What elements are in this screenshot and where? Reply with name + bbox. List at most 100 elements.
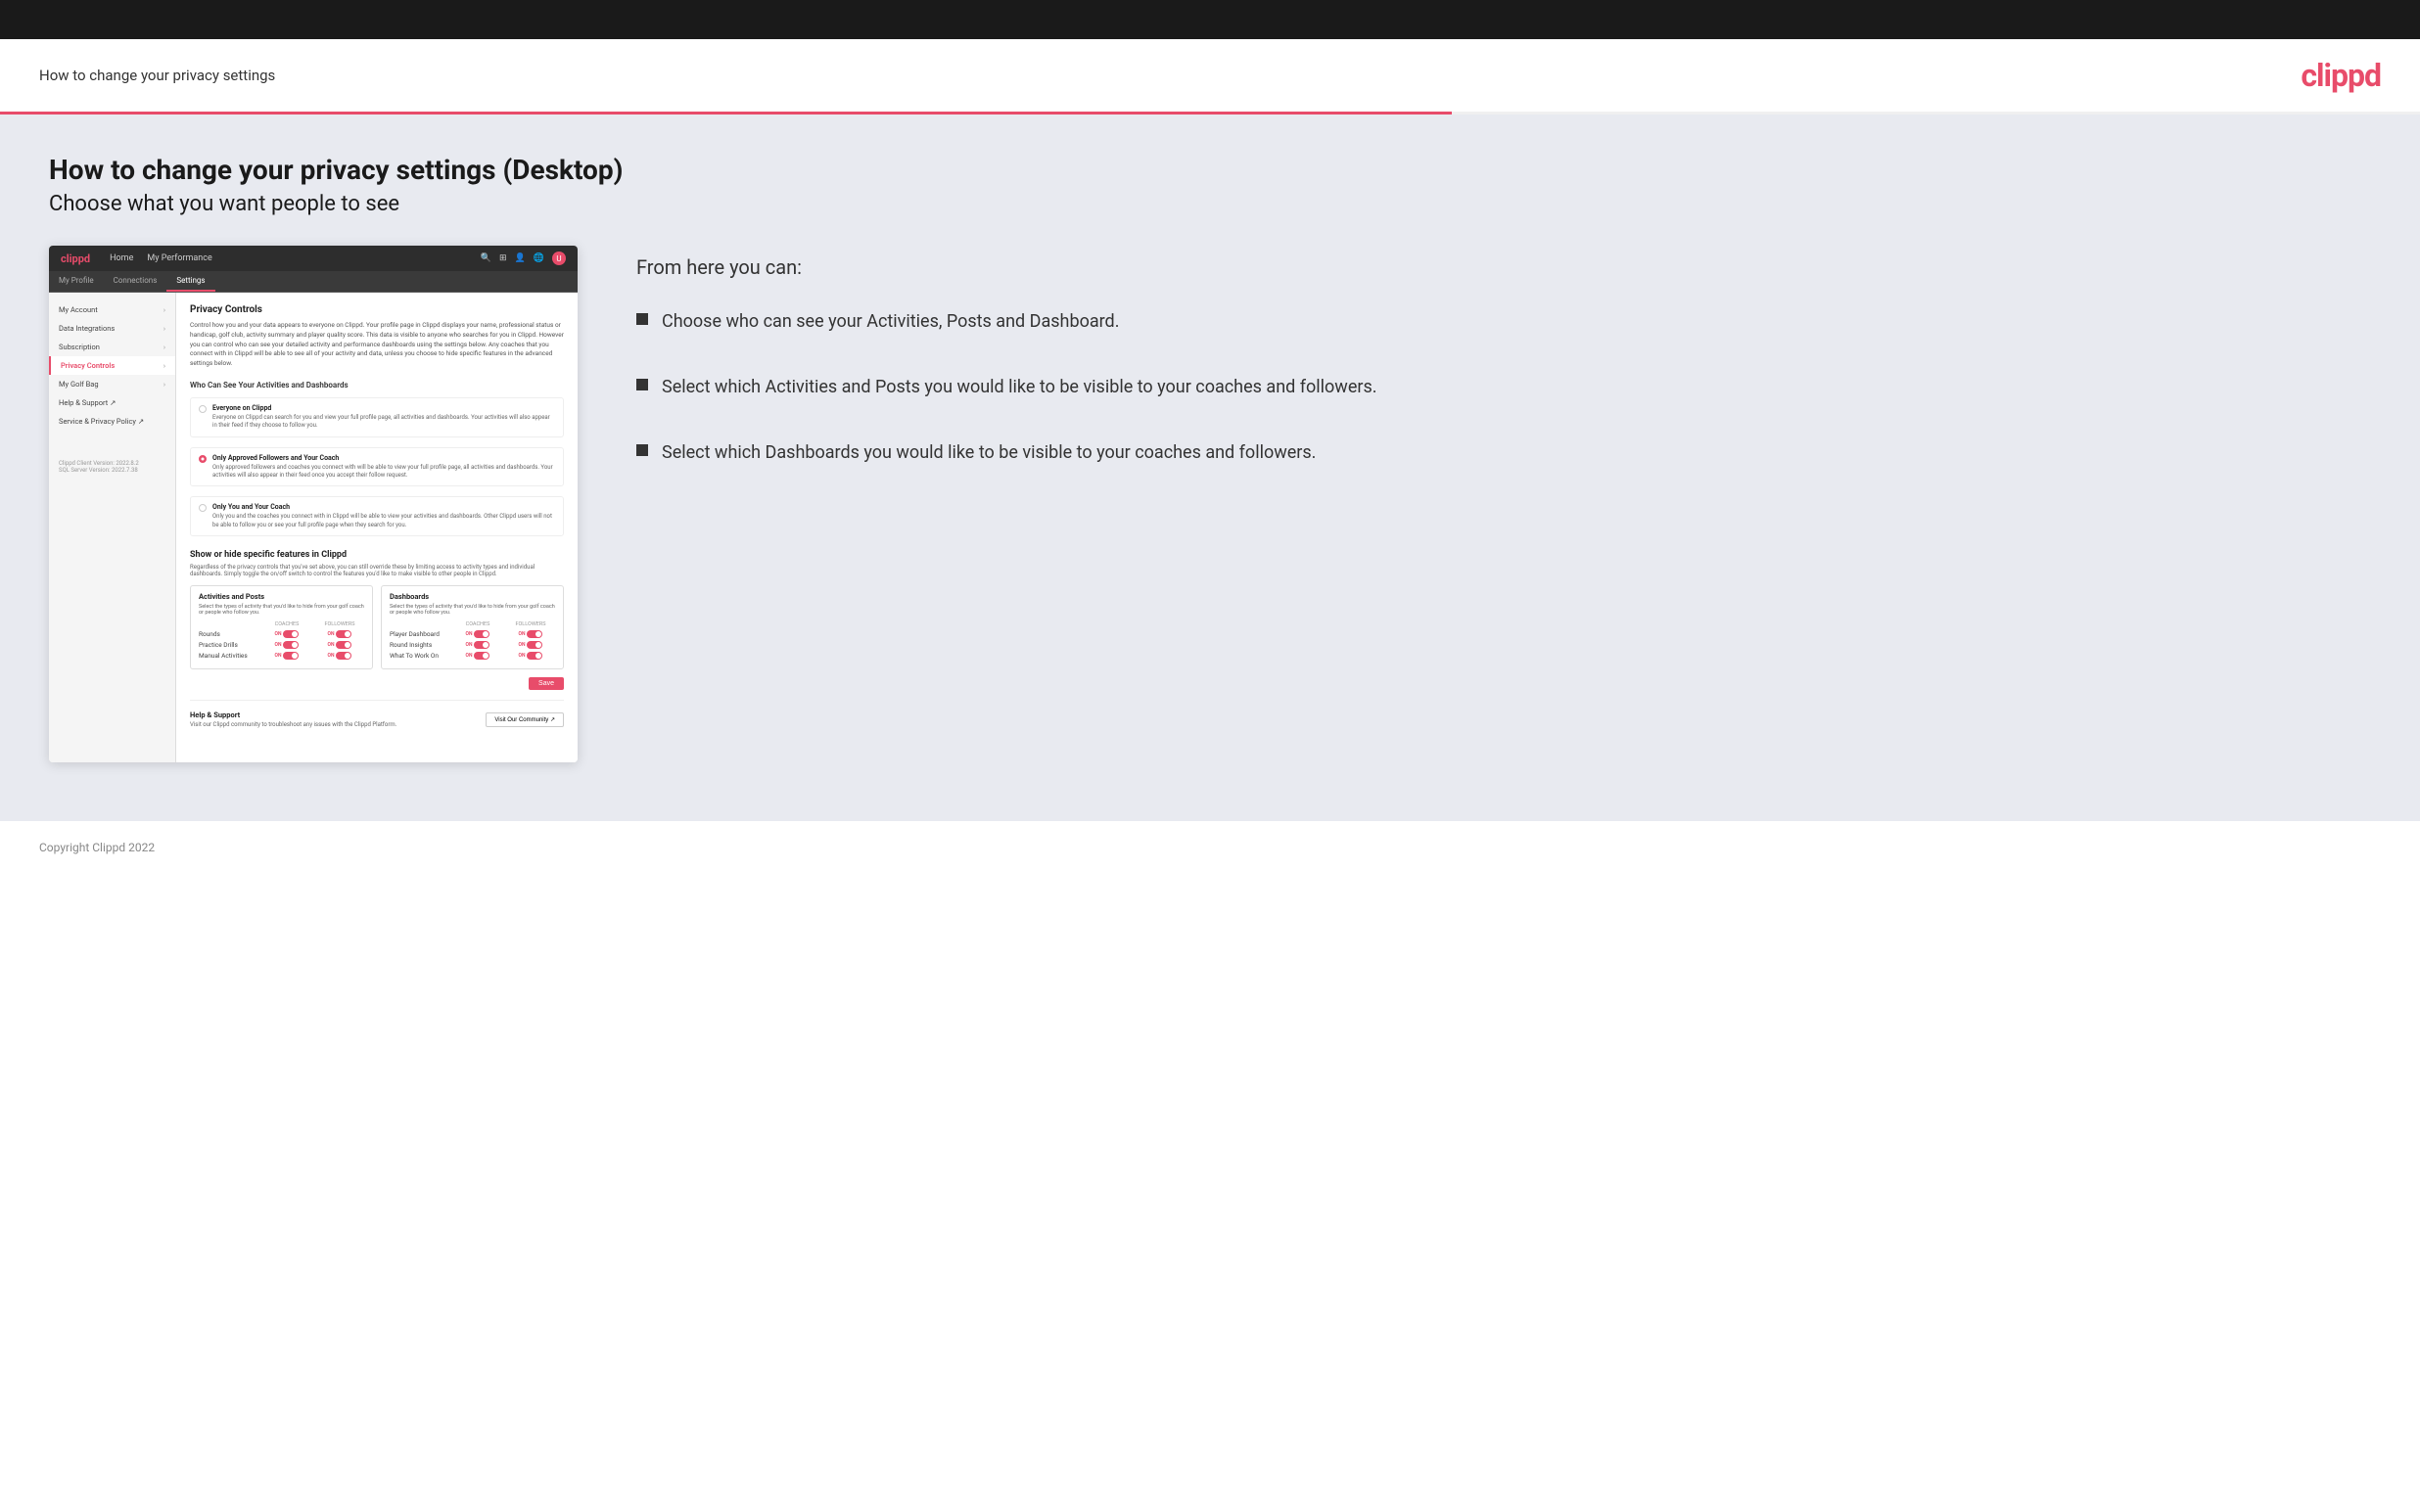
manual-activities-row: Manual Activities ON ON: [199, 652, 364, 660]
work-followers-toggle-switch[interactable]: [527, 652, 542, 660]
radio-label-everyone: Everyone on Clippd: [212, 404, 555, 412]
radio-everyone[interactable]: Everyone on Clippd Everyone on Clippd ca…: [190, 397, 564, 437]
radio-text-coach-only: Only You and Your Coach Only you and the…: [212, 503, 555, 529]
save-button[interactable]: Save: [529, 677, 564, 690]
who-can-see-title: Who Can See Your Activities and Dashboar…: [190, 381, 564, 389]
footer: Copyright Clippd 2022: [0, 821, 2420, 871]
app-tabs: My Profile Connections Settings: [49, 271, 578, 293]
insights-followers-toggle-switch[interactable]: [527, 641, 542, 649]
bullet-list: Choose who can see your Activities, Post…: [636, 308, 2371, 466]
radio-text-followers: Only Approved Followers and Your Coach O…: [212, 454, 555, 481]
rounds-followers-toggle-switch[interactable]: [336, 630, 351, 638]
work-coaches-toggle-switch[interactable]: [474, 652, 489, 660]
help-section: Help & Support Visit our Clippd communit…: [190, 700, 564, 728]
activities-header: COACHES FOLLOWERS: [199, 621, 364, 627]
manual-coaches-toggle-switch[interactable]: [283, 652, 299, 660]
rounds-followers-toggle[interactable]: ON: [315, 630, 364, 638]
insights-followers-toggle[interactable]: ON: [506, 641, 555, 649]
work-followers-toggle[interactable]: ON: [506, 652, 555, 660]
radio-desc-coach-only: Only you and the coaches you connect wit…: [212, 513, 555, 529]
sidebar-label-golf-bag: My Golf Bag: [59, 380, 99, 389]
what-to-work-on-row: What To Work On ON ON: [390, 652, 555, 660]
manual-followers-toggle[interactable]: ON: [315, 652, 364, 660]
work-coaches-toggle[interactable]: ON: [453, 652, 502, 660]
copyright: Copyright Clippd 2022: [39, 841, 155, 854]
app-nav-icons: 🔍 ⊞ 👤 🌐 U: [481, 252, 566, 265]
radio-desc-followers: Only approved followers and coaches you …: [212, 464, 555, 481]
manual-activities-label: Manual Activities: [199, 652, 258, 660]
practice-followers-toggle-switch[interactable]: [336, 641, 351, 649]
rounds-coaches-toggle[interactable]: ON: [262, 630, 311, 638]
bullet-text-1: Choose who can see your Activities, Post…: [662, 308, 1119, 335]
sidebar-label-privacy-controls: Privacy Controls: [61, 361, 115, 370]
sidebar-item-my-account[interactable]: My Account ›: [49, 300, 175, 319]
header-title: How to change your privacy settings: [39, 67, 275, 84]
manual-followers-toggle-switch[interactable]: [336, 652, 351, 660]
app-logo: clippd: [61, 252, 90, 265]
radio-desc-everyone: Everyone on Clippd can search for you an…: [212, 414, 555, 431]
bullet-marker-1: [636, 313, 648, 325]
practice-drills-label: Practice Drills: [199, 641, 258, 649]
bullet-marker-3: [636, 444, 648, 456]
dashboards-header: COACHES FOLLOWERS: [390, 621, 555, 627]
followers-header2: FOLLOWERS: [506, 621, 555, 627]
empty-col2: [390, 621, 449, 627]
round-insights-row: Round Insights ON ON: [390, 641, 555, 649]
content-layout: clippd Home My Performance 🔍 ⊞ 👤 🌐 U My …: [49, 246, 2371, 762]
dashboards-title: Dashboards: [390, 592, 555, 601]
radio-circle-coach-only: [199, 504, 207, 512]
radio-followers[interactable]: Only Approved Followers and Your Coach O…: [190, 447, 564, 487]
radio-coach-only[interactable]: Only You and Your Coach Only you and the…: [190, 496, 564, 536]
sidebar-item-privacy-controls[interactable]: Privacy Controls ›: [49, 356, 175, 375]
sidebar-item-golf-bag[interactable]: My Golf Bag ›: [49, 375, 175, 393]
round-insights-label: Round Insights: [390, 641, 449, 649]
chevron-icon: ›: [163, 325, 165, 333]
nav-performance: My Performance: [147, 253, 211, 263]
bullet-marker-2: [636, 379, 648, 390]
player-followers-toggle[interactable]: ON: [506, 630, 555, 638]
sidebar-item-subscription[interactable]: Subscription ›: [49, 338, 175, 356]
tab-settings[interactable]: Settings: [166, 271, 214, 292]
rounds-row: Rounds ON ON: [199, 630, 364, 638]
sidebar-label-privacy-policy: Service & Privacy Policy ↗: [59, 417, 144, 426]
tab-my-profile[interactable]: My Profile: [49, 271, 104, 292]
player-followers-toggle-switch[interactable]: [527, 630, 542, 638]
from-here-title: From here you can:: [636, 255, 2371, 279]
sidebar-item-privacy-policy[interactable]: Service & Privacy Policy ↗: [49, 412, 175, 431]
header: How to change your privacy settings clip…: [0, 39, 2420, 112]
section-desc: Control how you and your data appears to…: [190, 321, 564, 369]
tab-connections[interactable]: Connections: [104, 271, 167, 292]
show-hide-title: Show or hide specific features in Clippd: [190, 550, 564, 560]
help-desc: Visit our Clippd community to troublesho…: [190, 721, 396, 728]
section-title: Privacy Controls: [190, 304, 564, 315]
radio-text-everyone: Everyone on Clippd Everyone on Clippd ca…: [212, 404, 555, 431]
player-coaches-toggle[interactable]: ON: [453, 630, 502, 638]
visit-community-button[interactable]: Visit Our Community ↗: [486, 712, 564, 727]
insights-coaches-toggle-switch[interactable]: [474, 641, 489, 649]
practice-coaches-toggle[interactable]: ON: [262, 641, 311, 649]
sidebar-item-data-integrations[interactable]: Data Integrations ›: [49, 319, 175, 338]
sidebar-label-data-integrations: Data Integrations: [59, 324, 115, 333]
practice-followers-toggle[interactable]: ON: [315, 641, 364, 649]
feature-grid: Activities and Posts Select the types of…: [190, 585, 564, 669]
app-main-panel: Privacy Controls Control how you and you…: [176, 293, 578, 762]
player-coaches-toggle-switch[interactable]: [474, 630, 489, 638]
activities-card: Activities and Posts Select the types of…: [190, 585, 373, 669]
practice-drills-row: Practice Drills ON ON: [199, 641, 364, 649]
app-screenshot: clippd Home My Performance 🔍 ⊞ 👤 🌐 U My …: [49, 246, 578, 762]
dashboards-desc: Select the types of activity that you'd …: [390, 604, 555, 616]
bullet-item-3: Select which Dashboards you would like t…: [636, 439, 2371, 466]
empty-col: [199, 621, 258, 627]
chevron-icon: ›: [163, 381, 165, 389]
rounds-coaches-toggle-switch[interactable]: [283, 630, 299, 638]
insights-coaches-toggle[interactable]: ON: [453, 641, 502, 649]
page-subtitle: Choose what you want people to see: [49, 192, 2371, 216]
practice-coaches-toggle-switch[interactable]: [283, 641, 299, 649]
activities-title: Activities and Posts: [199, 592, 364, 601]
player-dashboard-row: Player Dashboard ON ON: [390, 630, 555, 638]
dashboards-card: Dashboards Select the types of activity …: [381, 585, 564, 669]
followers-header: FOLLOWERS: [315, 621, 364, 627]
manual-coaches-toggle[interactable]: ON: [262, 652, 311, 660]
sidebar-item-help[interactable]: Help & Support ↗: [49, 393, 175, 412]
chevron-icon: ›: [163, 344, 165, 351]
